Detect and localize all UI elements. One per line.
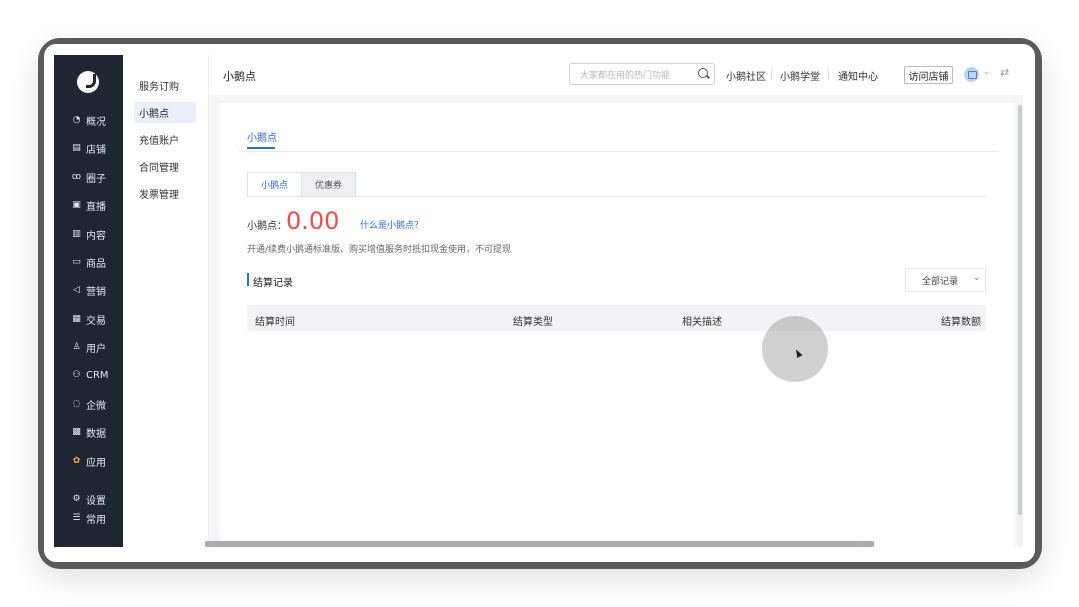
nav-item-crm[interactable]: ⚇ CRM	[54, 364, 123, 386]
sub-tab-coupons[interactable]: 优惠券	[302, 172, 357, 197]
nav-item-apps[interactable]: ✿ 应用	[54, 450, 123, 472]
subnav-item-points[interactable]: 小鹅点	[134, 102, 196, 123]
column-settle-amount: 结算数额	[941, 317, 981, 328]
app-screen: ◔ 概况 ▤ 店铺 ꝏ 圈子 ▣ 直播 ▥ 内容 ▭ 商品 ◁ 营销 ▦ 交易	[54, 55, 1023, 547]
nav-item-store[interactable]: ▤ 店铺	[54, 137, 123, 159]
subnav-item-recharge[interactable]: 充值账户	[134, 129, 196, 150]
nav-item-overview[interactable]: ◔ 概况	[54, 109, 123, 131]
academy-link[interactable]: 小鹅学堂	[780, 68, 820, 83]
section-accent-bar	[247, 273, 249, 286]
notification-center-link[interactable]: 通知中心	[838, 68, 878, 83]
column-settle-type: 结算类型	[513, 317, 553, 328]
points-value: 0.00	[286, 207, 340, 235]
section-title: 结算记录	[253, 278, 293, 289]
wecom-icon: ◌	[72, 399, 81, 409]
tab-active-indicator	[247, 147, 275, 149]
megaphone-icon: ◁	[73, 285, 80, 295]
taskbar	[205, 541, 874, 547]
avatar[interactable]	[964, 67, 979, 82]
swap-icon[interactable]: ⇄	[1000, 66, 1009, 79]
receipt-icon: ▦	[72, 314, 81, 324]
top-header: 小鹅点 大家都在用的热门功能 小鹅社区 小鹅学堂 通知中心 访问店铺 ⌄ ⇄	[209, 55, 1023, 95]
column-settle-time: 结算时间	[255, 317, 295, 328]
subnav-item-service-order[interactable]: 服务订购	[134, 75, 196, 96]
nav-item-user[interactable]: ♙ 用户	[54, 336, 123, 358]
sub-tabs: 小鹅点 优惠券	[247, 172, 357, 197]
sub-tab-points[interactable]: 小鹅点	[247, 172, 303, 197]
nav-item-trade[interactable]: ▦ 交易	[54, 308, 123, 330]
nav-item-content[interactable]: ▥ 内容	[54, 223, 123, 245]
chevron-down-icon: ⌄	[973, 273, 981, 283]
points-label: 小鹅点：	[247, 221, 287, 232]
subnav-item-contract[interactable]: 合同管理	[134, 156, 196, 177]
document-icon: ▥	[72, 229, 81, 239]
nav-item-goods[interactable]: ▭ 商品	[54, 251, 123, 273]
apps-icon: ✿	[72, 456, 81, 466]
tab-points[interactable]: 小鹅点	[247, 129, 277, 144]
what-is-points-link[interactable]: 什么是小鹅点？	[360, 218, 423, 231]
scrollbar-thumb[interactable]	[1018, 105, 1022, 515]
nav-item-circle[interactable]: ꝏ 圈子	[54, 166, 123, 188]
chevron-down-icon[interactable]: ⌄	[983, 67, 990, 76]
nav-item-live[interactable]: ▣ 直播	[54, 194, 123, 216]
header-divider	[828, 69, 829, 80]
content-card: 小鹅点 小鹅点 优惠券 小鹅点： 0.00 什么是小鹅点？ 开通/续费小鹅通标准…	[220, 103, 1014, 547]
sub-tabs-divider	[247, 196, 987, 197]
data-icon: ▩	[72, 427, 81, 437]
live-icon: ▣	[72, 200, 81, 210]
table-header-row: 结算时间 结算类型 相关描述 结算数额	[247, 305, 986, 331]
header-divider	[771, 69, 772, 80]
nav-item-data[interactable]: ▩ 数据	[54, 421, 123, 443]
secondary-nav: 服务订购 小鹅点 充值账户 合同管理 发票管理	[123, 55, 209, 547]
nav-item-wecom[interactable]: ◌ 企微	[54, 393, 123, 415]
column-description: 相关描述	[682, 317, 722, 328]
nav-item-marketing[interactable]: ◁ 营销	[54, 279, 123, 301]
pie-chart-icon: ◔	[72, 115, 81, 125]
store-icon: ▤	[72, 143, 81, 153]
gear-icon: ⚙	[72, 494, 81, 504]
points-description: 开通/续费小鹅通标准版、购买增值服务时抵扣现金使用，不可提现	[247, 245, 512, 255]
search-input[interactable]: 大家都在用的热门功能	[569, 63, 715, 85]
subnav-item-invoice[interactable]: 发票管理	[134, 183, 196, 204]
main-nav: ◔ 概况 ▤ 店铺 ꝏ 圈子 ▣ 直播 ▥ 内容 ▭ 商品 ◁ 营销 ▦ 交易	[54, 55, 123, 547]
list-icon: ☰	[72, 513, 81, 523]
visit-store-button[interactable]: 访问店铺	[904, 66, 953, 84]
page-title: 小鹅点	[223, 70, 256, 83]
tab-divider	[239, 151, 999, 152]
search-icon[interactable]	[698, 68, 708, 78]
user-icon: ♙	[72, 342, 81, 352]
group-icon: ꝏ	[71, 172, 82, 182]
contacts-icon: ⚇	[72, 370, 81, 380]
nav-item-favorites[interactable]: ☰ 常用	[54, 507, 123, 529]
app-logo[interactable]	[77, 71, 99, 93]
community-link[interactable]: 小鹅社区	[726, 68, 766, 83]
box-icon: ▭	[72, 257, 81, 267]
